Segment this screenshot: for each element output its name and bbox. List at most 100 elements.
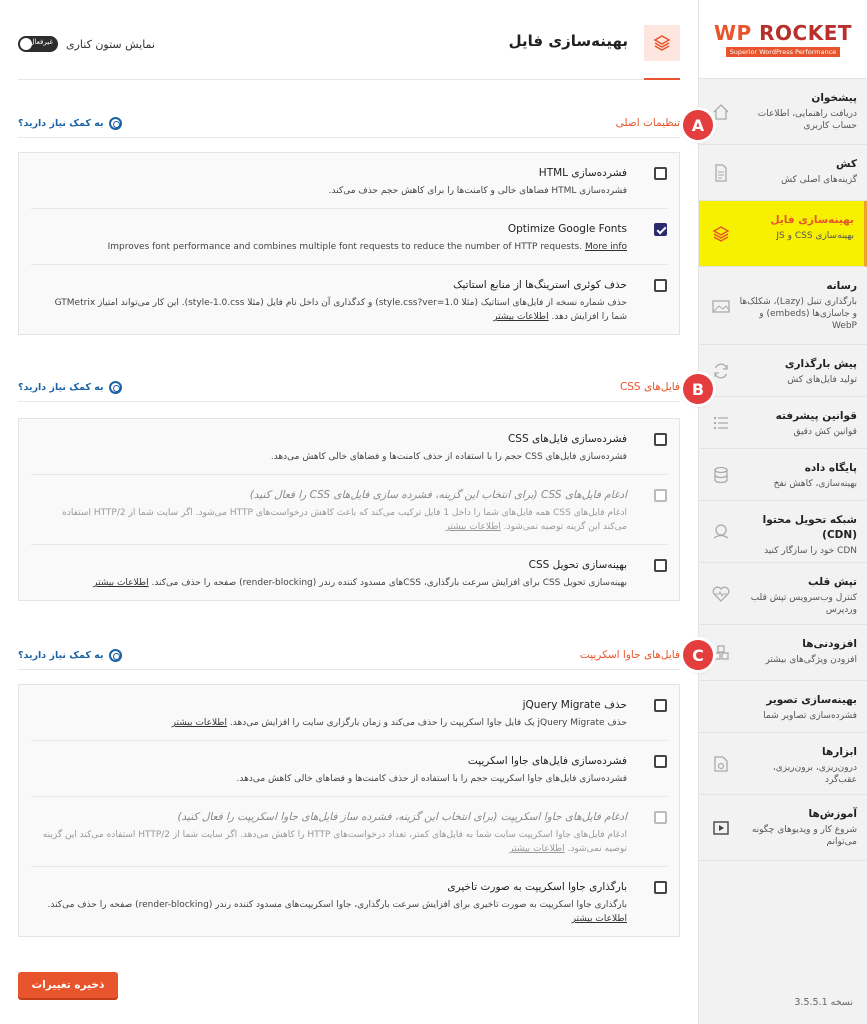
sidebar-item-10[interactable]: افزودنی‌ها افزودن ویژگی‌های بیشتر <box>699 625 867 681</box>
option-row: Optimize Google Fonts Improves font perfo… <box>31 209 667 265</box>
sidebar-item-desc: افزودن ویژگی‌های بیشتر <box>765 655 857 665</box>
lifebuoy-icon <box>108 117 122 130</box>
sidebar-item-desc: CDN خود را سازگار کنید <box>764 546 857 556</box>
option-title: حذف کوئری استرینگ‌ها از منابع استاتیک <box>453 279 627 291</box>
option-checkbox[interactable] <box>654 881 667 894</box>
sidebar-item-title: شبکه تحویل محتوا (CDN) <box>762 514 857 541</box>
sidebar-item-12[interactable]: ابزارها درون‌ریزی، برون‌ریزی، عقب‌گرد <box>699 733 867 795</box>
section-title: تنظیمات اصلی <box>615 117 680 129</box>
sidebar-item-13[interactable]: آموزش‌ها شروع کار و ویدیوهای چگونه می‌توا… <box>699 795 867 861</box>
section-marker-c: C <box>683 640 713 670</box>
sidebar-item-3[interactable]: بهینه‌سازی فایل بهینه‌سازی CSS و JS <box>699 201 867 267</box>
sidebar-item-desc: درون‌ریزی، برون‌ریزی، عقب‌گرد <box>772 763 857 785</box>
wp-rocket-logo[interactable]: WP ROCKET Superior WordPress Performance <box>699 0 867 79</box>
sidebar-item-title: افزودنی‌ها <box>802 638 857 650</box>
sidebar-item-7[interactable]: پایگاه داده بهینه‌سازی، کاهش نفخ <box>699 449 867 501</box>
tools-icon <box>711 754 731 774</box>
option-checkbox[interactable] <box>654 167 667 180</box>
option-desc: بهینه‌سازی تحویل CSS برای افزایش سرعت با… <box>151 578 627 588</box>
option-checkbox[interactable] <box>654 699 667 712</box>
sidebar-item-desc: فشرده‌سازی تصاویر شما <box>763 711 857 721</box>
option-checkbox[interactable] <box>654 279 667 292</box>
database-icon <box>711 465 731 485</box>
options-panel-3: حذف jQuery Migrate حذف jQuery Migrate یک … <box>18 684 680 937</box>
addons-icon <box>711 643 731 663</box>
version-label: نسخه 3.5.5.1 <box>794 997 853 1008</box>
logo-wp: WP <box>713 21 752 45</box>
more-info-link[interactable]: More info <box>585 242 627 252</box>
sidebar-item-title: پیش بارگذاری <box>784 358 857 370</box>
heartbeat-icon <box>711 584 731 604</box>
logo-rocket: ROCKET <box>759 21 853 45</box>
sidebar-column-toggle[interactable]: غیرفعال <box>18 36 58 52</box>
sidebar-nav: پیشخوان دریافت راهنمایی، اطلاعات حساب کار… <box>699 79 867 861</box>
page-header: بهینه‌سازی فایل نمایش ستون کناری غیرفعال <box>18 20 680 80</box>
layers-icon <box>644 25 680 61</box>
sidebar: WP ROCKET Superior WordPress Performance… <box>698 0 867 1024</box>
main-content: بهینه‌سازی فایل نمایش ستون کناری غیرفعال… <box>0 0 713 1024</box>
sidebar-item-6[interactable]: قوانین پیشرفته قوانین کش دقیق <box>699 397 867 449</box>
lifebuoy-icon <box>108 649 122 662</box>
option-desc: فشرده‌سازی HTML فضاهای خالی و کامنت‌ها ر… <box>328 186 627 196</box>
more-info-link[interactable]: اطلاعات بیشتر <box>445 522 500 532</box>
option-title: ادغام فایل‌های جاوا اسکریپت (برای انتخاب… <box>177 811 627 823</box>
section-header-3: فایل‌های جاوا اسکریپت به کمک نیاز دارید؟ <box>18 646 680 670</box>
section-marker-b: B <box>683 374 713 404</box>
sidebar-item-title: آموزش‌ها <box>808 808 857 820</box>
option-checkbox[interactable] <box>654 755 667 768</box>
sidebar-item-title: بهینه‌سازی تصویر <box>766 694 857 706</box>
logo-tagline: Superior WordPress Performance <box>725 47 841 57</box>
option-desc: ادغام فایل‌های CSS همه فایل‌های شما را د… <box>62 508 627 532</box>
option-row: فشرده‌سازی HTML فشرده‌سازی HTML فضاهای خا… <box>31 153 667 209</box>
option-title: فشرده‌سازی HTML <box>538 167 627 179</box>
sidebar-item-title: پیشخوان <box>811 92 857 104</box>
need-help-label: به کمک نیاز دارید؟ <box>18 382 104 393</box>
sidebar-item-4[interactable]: رسانه بارگذاری تنبل (Lazy)، شکلک‌ها و جاس… <box>699 267 867 345</box>
need-help-link[interactable]: به کمک نیاز دارید؟ <box>18 381 122 394</box>
need-help-link[interactable]: به کمک نیاز دارید؟ <box>18 117 122 130</box>
sidebar-item-8[interactable]: شبکه تحویل محتوا (CDN) CDN خود را سازگار … <box>699 501 867 563</box>
sidebar-item-11[interactable]: بهینه‌سازی تصویر فشرده‌سازی تصاویر شما <box>699 681 867 733</box>
more-info-link[interactable]: اطلاعات بیشتر <box>572 914 627 924</box>
sidebar-item-title: کش <box>836 158 857 170</box>
option-title: بارگذاری جاوا اسکریپت به صورت تاخیری <box>447 881 627 893</box>
option-desc: فشرده‌سازی فایل‌های جاوا اسکریپت حجم را … <box>236 774 627 784</box>
option-row: ادغام فایل‌های جاوا اسکریپت (برای انتخاب… <box>31 797 667 867</box>
sidebar-item-title: بهینه‌سازی فایل <box>770 214 854 226</box>
sidebar-item-5[interactable]: پیش بارگذاری تولید فایل‌های کش <box>699 345 867 397</box>
section-title: فایل‌های CSS <box>619 381 680 393</box>
option-desc-wrap: فشرده‌سازی HTML فضاهای خالی و کامنت‌ها ر… <box>41 184 627 198</box>
option-row: بهینه‌سازی تحویل CSS بهینه‌سازی تحویل CSS… <box>31 545 667 600</box>
sidebar-item-desc: شروع کار و ویدیوهای چگونه می‌توانم <box>751 825 857 847</box>
sidebar-item-title: پایگاه داده <box>804 462 857 474</box>
option-checkbox[interactable] <box>654 223 667 236</box>
sidebar-item-desc: قوانین کش دقیق <box>793 427 857 437</box>
option-row: فشرده‌سازی فایل‌های CSS فشرده‌سازی فایل‌ه… <box>31 419 667 475</box>
option-desc-wrap: فشرده‌سازی فایل‌های CSS حجم را با استفاد… <box>41 450 627 464</box>
sidebar-item-desc: دریافت راهنمایی، اطلاعات حساب کاربری <box>757 109 857 131</box>
save-changes-button[interactable]: ذخیره تغییرات <box>18 972 118 998</box>
sidebar-item-desc: کنترل وب‌سرویس تپش قلب وردپرس <box>750 593 857 615</box>
more-info-link[interactable]: اطلاعات بیشتر <box>493 312 548 322</box>
home-icon <box>711 102 731 122</box>
option-row: فشرده‌سازی فایل‌های جاوا اسکریپت فشرده‌سا… <box>31 741 667 797</box>
sidebar-item-desc: تولید فایل‌های کش <box>787 375 857 385</box>
option-desc-wrap: فشرده‌سازی فایل‌های جاوا اسکریپت حجم را … <box>41 772 627 786</box>
option-title: ادغام فایل‌های CSS (برای انتخاب این گزین… <box>249 489 627 501</box>
more-info-link[interactable]: اطلاعات بیشتر <box>93 578 148 588</box>
more-info-link[interactable]: اطلاعات بیشتر <box>172 718 227 728</box>
image-icon <box>711 296 731 316</box>
sidebar-item-9[interactable]: تپش قلب کنترل وب‌سرویس تپش قلب وردپرس <box>699 563 867 625</box>
layers-icon <box>711 224 731 244</box>
sidebar-item-1[interactable]: پیشخوان دریافت راهنمایی، اطلاعات حساب کار… <box>699 79 867 145</box>
need-help-link[interactable]: به کمک نیاز دارید؟ <box>18 649 122 662</box>
option-checkbox[interactable] <box>654 559 667 572</box>
page-title: بهینه‌سازی فایل <box>508 32 628 50</box>
sidebar-item-2[interactable]: کش گزینه‌های اصلی کش <box>699 145 867 201</box>
video-icon <box>711 818 731 838</box>
option-title: فشرده‌سازی فایل‌های CSS <box>507 433 627 445</box>
option-checkbox[interactable] <box>654 433 667 446</box>
more-info-link[interactable]: اطلاعات بیشتر <box>509 844 564 854</box>
sidebar-item-desc: بارگذاری تنبل (Lazy)، شکلک‌ها و جاسازی‌ه… <box>739 297 857 331</box>
option-desc: فشرده‌سازی فایل‌های CSS حجم را با استفاد… <box>270 452 627 462</box>
